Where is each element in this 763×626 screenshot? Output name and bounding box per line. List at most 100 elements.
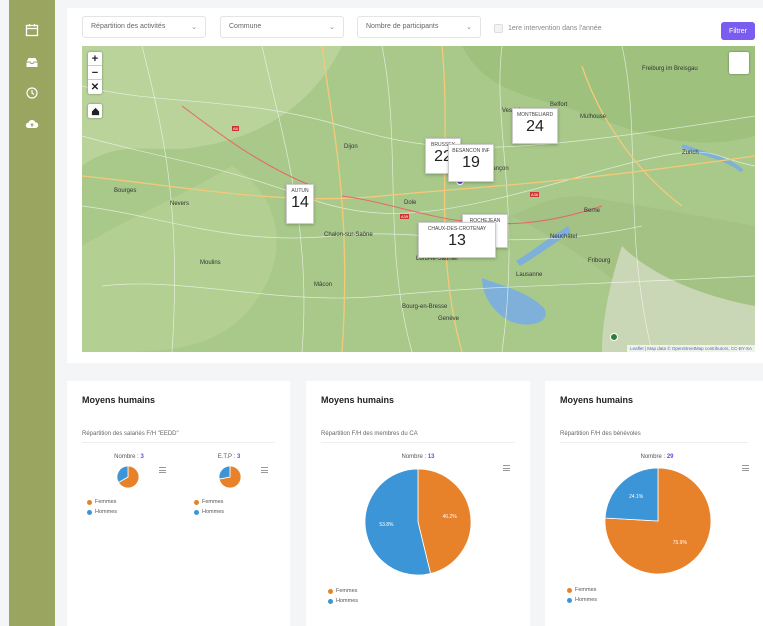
divider bbox=[321, 442, 515, 443]
legend-dot bbox=[567, 597, 572, 603]
city-label: Berne bbox=[584, 208, 601, 214]
marker-count: 19 bbox=[462, 154, 480, 171]
legend-dot bbox=[194, 499, 199, 505]
first-intervention-toggle[interactable]: 1ere intervention dans l'année bbox=[494, 24, 602, 33]
marker-name: MONTBELIARD bbox=[516, 112, 554, 118]
zoom-out-button[interactable]: − bbox=[88, 66, 102, 80]
pie-data-label: 46.2% bbox=[442, 514, 457, 520]
filter-button[interactable]: Filtrer bbox=[721, 22, 755, 40]
map-attribution[interactable]: Leaflet | Map data © OpenStreetMap contr… bbox=[627, 345, 755, 352]
pie-chart: 75.9% 24.1% bbox=[604, 467, 712, 575]
pie-data-label: 53.8% bbox=[379, 522, 394, 528]
legend-dot bbox=[194, 509, 199, 515]
card-subtitle: Répartition des salariés F/H "EEDD" bbox=[82, 431, 179, 437]
count-value: 13 bbox=[427, 454, 435, 460]
chart-legend: Femmes Hommes bbox=[567, 587, 597, 607]
home-button[interactable] bbox=[88, 104, 102, 118]
chart-legend: Femmes Hommes bbox=[328, 588, 358, 608]
chart-count: E.T.P : 3 bbox=[217, 454, 241, 460]
city-label: Nevers bbox=[170, 201, 190, 207]
legend-item-femmes[interactable]: Femmes bbox=[567, 587, 597, 593]
activites-select-value: Répartition des activités bbox=[91, 23, 166, 30]
calendar-icon[interactable] bbox=[24, 23, 40, 37]
divider bbox=[560, 442, 748, 443]
legend-dot bbox=[567, 587, 572, 593]
first-intervention-label: 1ere intervention dans l'année bbox=[508, 25, 602, 32]
zoom-control: + − ✕ bbox=[88, 52, 102, 94]
card-subtitle: Répartition F/H des membres du CA bbox=[321, 431, 418, 437]
city-label: Zurich bbox=[682, 150, 699, 156]
city-label: Moulins bbox=[200, 260, 221, 266]
city-label: Fribourg bbox=[588, 258, 611, 264]
pie-data-label: 24.1% bbox=[629, 494, 644, 500]
commune-select[interactable]: Commune ⌄ bbox=[220, 16, 344, 38]
home-icon bbox=[91, 107, 99, 115]
city-label: Bourg-en-Bresse bbox=[402, 304, 448, 310]
pie-chart bbox=[218, 465, 242, 489]
map[interactable]: Freiburg im Breisgau Zurich Berne Lausan… bbox=[82, 46, 755, 352]
card-title: Moyens humains bbox=[82, 395, 156, 405]
participants-select-value: Nombre de participants bbox=[366, 23, 439, 30]
layers-button[interactable] bbox=[729, 52, 749, 74]
chart-menu-icon[interactable] bbox=[742, 465, 749, 471]
chart-legend: Femmes Hommes bbox=[87, 499, 117, 519]
activites-select[interactable]: Répartition des activités ⌄ bbox=[82, 16, 206, 38]
card-title: Moyens humains bbox=[560, 395, 634, 405]
pie-slice-hommes[interactable] bbox=[218, 465, 231, 480]
map-marker[interactable]: AUTUN 14 bbox=[286, 184, 314, 224]
first-intervention-checkbox[interactable] bbox=[494, 24, 503, 33]
city-label: Genève bbox=[438, 316, 460, 322]
legend-dot bbox=[87, 499, 92, 505]
zoom-in-button[interactable]: + bbox=[88, 52, 102, 66]
map-marker[interactable]: CHAUX-DES-CROTENAY 13 bbox=[418, 222, 496, 258]
legend-item-hommes[interactable]: Hommes bbox=[567, 597, 597, 603]
map-pin[interactable] bbox=[610, 333, 618, 341]
divider bbox=[82, 442, 275, 443]
legend-item-femmes[interactable]: Femmes bbox=[87, 499, 117, 505]
pie-chart: 46.2% 53.8% bbox=[364, 468, 472, 576]
cloud-icon[interactable] bbox=[24, 117, 40, 131]
chart-legend: Femmes Hommes bbox=[194, 499, 224, 519]
legend-item-hommes[interactable]: Hommes bbox=[194, 509, 224, 515]
salaries-card: Moyens humains Répartition des salariés … bbox=[67, 381, 290, 626]
reset-view-button[interactable]: ✕ bbox=[88, 80, 102, 94]
sidebar bbox=[9, 0, 55, 626]
count-value: 29 bbox=[666, 454, 674, 460]
ca-card: Moyens humains Répartition F/H des membr… bbox=[306, 381, 530, 626]
marker-count: 14 bbox=[291, 194, 309, 211]
legend-item-hommes[interactable]: Hommes bbox=[328, 598, 358, 604]
chart-menu-icon[interactable] bbox=[503, 465, 510, 471]
legend-item-femmes[interactable]: Femmes bbox=[328, 588, 358, 594]
count-value: 3 bbox=[140, 454, 144, 460]
marker-count: 13 bbox=[448, 232, 466, 249]
participants-select[interactable]: Nombre de participants ⌄ bbox=[357, 16, 481, 38]
city-label: Freiburg im Breisgau bbox=[642, 66, 698, 72]
chart-menu-icon[interactable] bbox=[261, 467, 268, 473]
legend-dot bbox=[328, 588, 333, 594]
card-title: Moyens humains bbox=[321, 395, 395, 405]
map-marker[interactable]: MONTBELIARD 24 bbox=[512, 108, 558, 144]
chart-count: Nombre : 13 bbox=[401, 454, 435, 460]
clock-icon[interactable] bbox=[24, 86, 40, 100]
map-marker[interactable]: BESANCON INF 19 bbox=[448, 144, 494, 182]
city-label: Bourges bbox=[114, 188, 137, 194]
marker-name: CHAUX-DES-CROTENAY bbox=[427, 226, 487, 232]
legend-item-femmes[interactable]: Femmes bbox=[194, 499, 224, 505]
city-label: Neuchâtel bbox=[550, 234, 578, 240]
count-value: 3 bbox=[236, 454, 241, 460]
inbox-icon[interactable] bbox=[24, 55, 40, 69]
city-label: Dijon bbox=[344, 144, 358, 150]
chevron-down-icon: ⌄ bbox=[466, 24, 472, 31]
marker-name: BESANCON INF bbox=[452, 148, 490, 154]
chevron-down-icon: ⌄ bbox=[329, 24, 335, 31]
legend-dot bbox=[87, 509, 92, 515]
chart-menu-icon[interactable] bbox=[159, 467, 166, 473]
chevron-down-icon: ⌄ bbox=[191, 24, 197, 31]
marker-count: 24 bbox=[526, 118, 544, 135]
pie-data-label: 75.9% bbox=[673, 540, 688, 546]
legend-item-hommes[interactable]: Hommes bbox=[87, 509, 117, 515]
city-label: Mâcon bbox=[314, 282, 333, 288]
city-label: Dole bbox=[404, 200, 417, 206]
pie-chart bbox=[116, 465, 140, 489]
city-label: Mulhouse bbox=[580, 114, 607, 120]
